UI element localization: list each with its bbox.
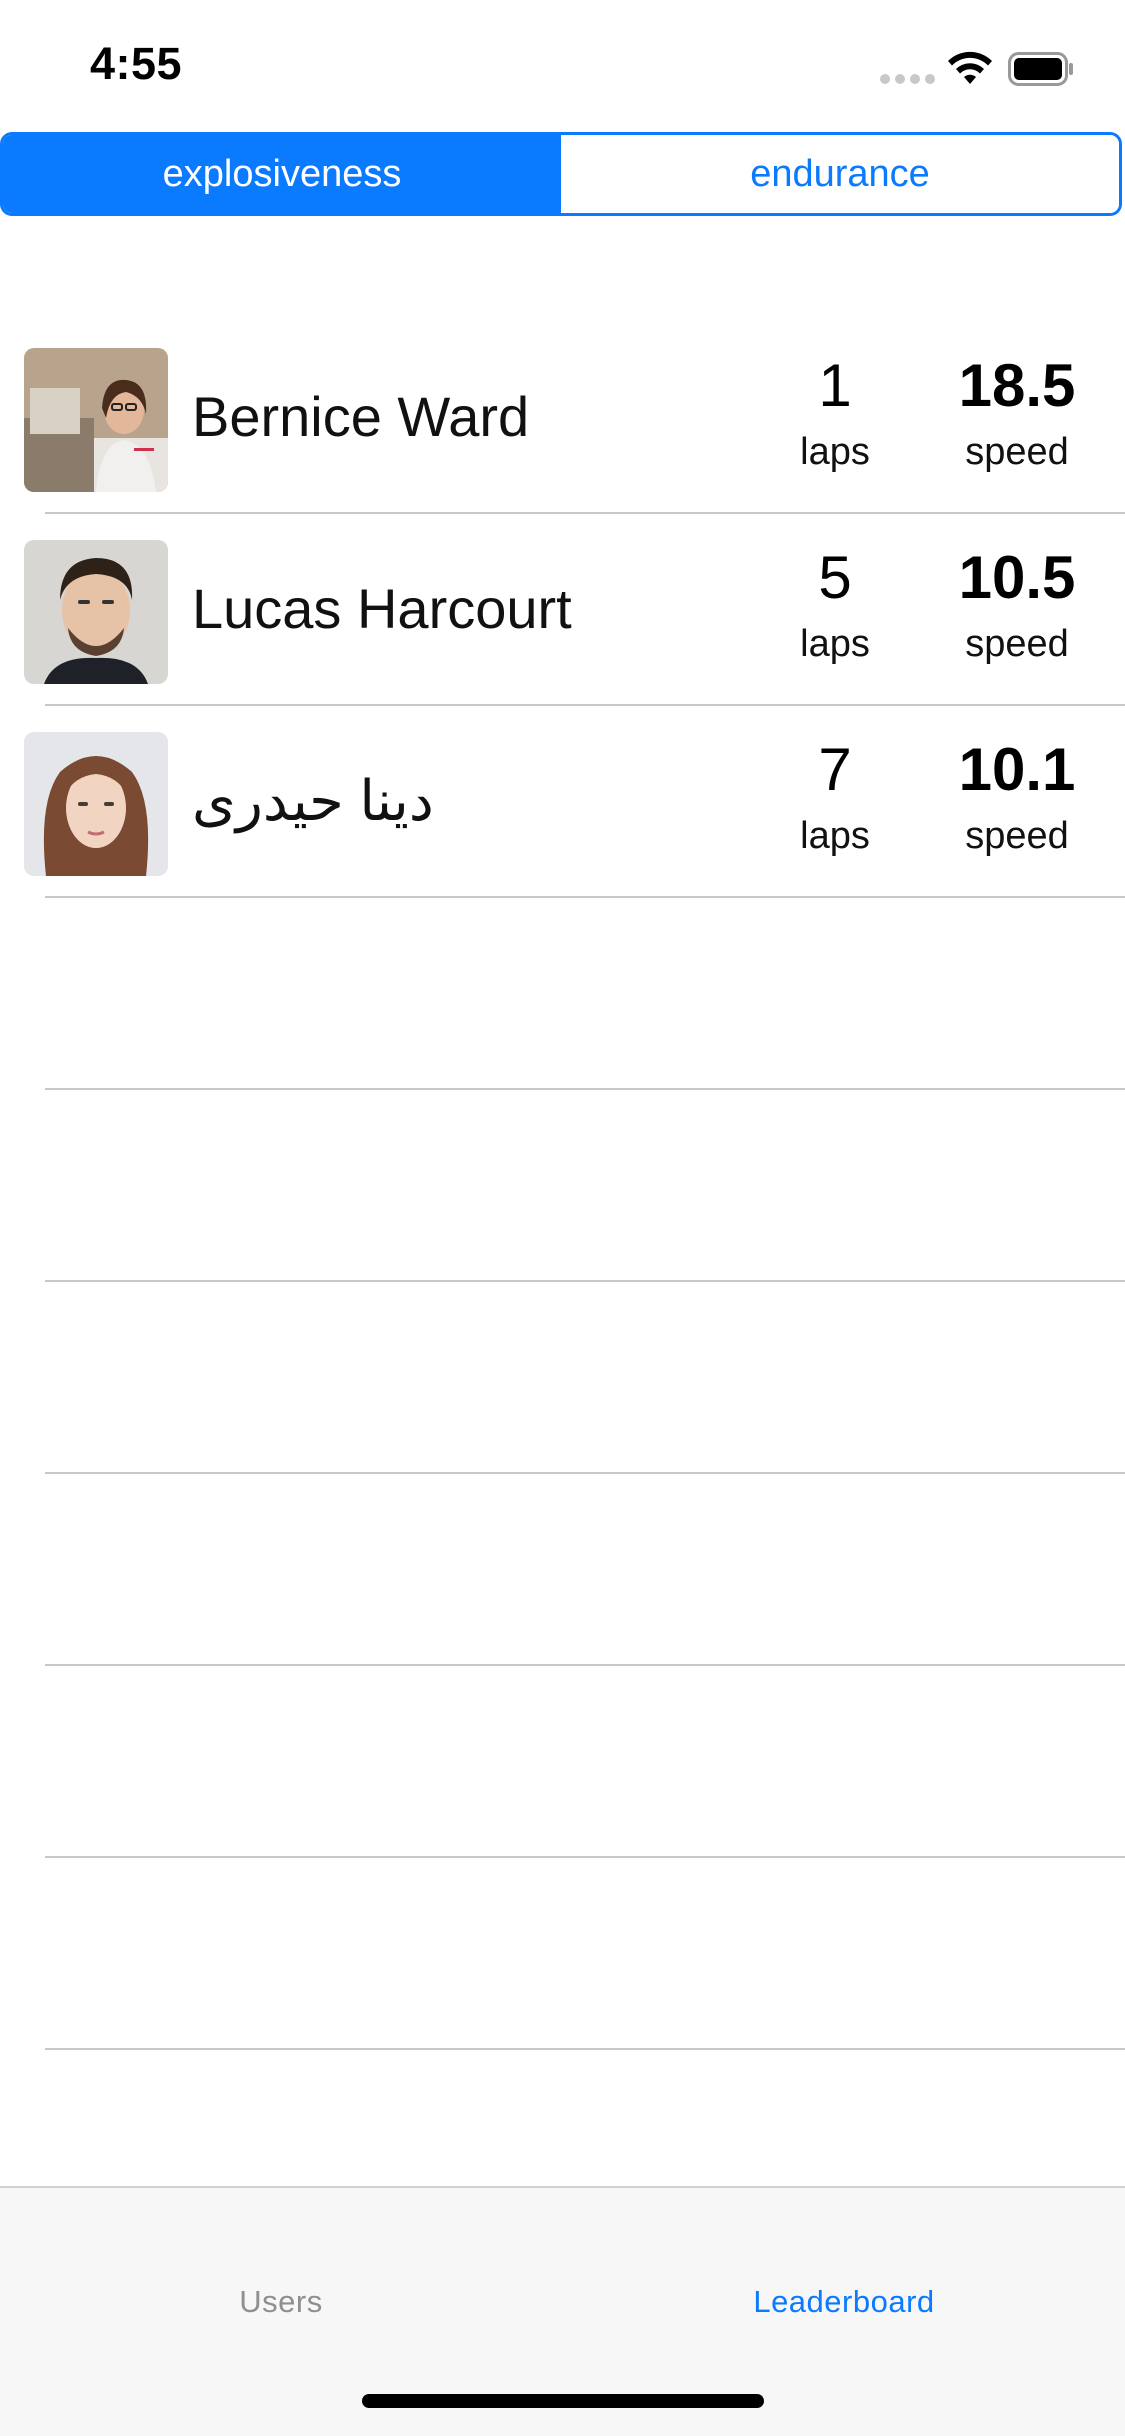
segmented-control: explosiveness endurance: [0, 132, 1122, 216]
user-name: دينا حيدری: [192, 769, 434, 832]
speed-label: speed: [965, 815, 1069, 857]
speed-value: 18.5: [958, 352, 1076, 419]
segment-explosiveness[interactable]: explosiveness: [3, 135, 561, 213]
status-time: 4:55: [90, 38, 183, 89]
laps-label: laps: [800, 431, 870, 473]
laps-label: laps: [800, 623, 870, 665]
laps-stat: 7 laps: [750, 726, 920, 858]
speed-stat: 18.5 speed: [932, 342, 1102, 474]
laps-value: 1: [818, 352, 852, 419]
empty-row: [0, 1474, 1125, 1666]
battery-icon: [1008, 52, 1073, 86]
signal-dots-icon: [880, 74, 935, 84]
speed-value: 10.1: [958, 736, 1076, 803]
avatar: [24, 540, 168, 684]
segment-endurance[interactable]: endurance: [561, 135, 1119, 213]
speed-label: speed: [965, 623, 1069, 665]
laps-label: laps: [800, 815, 870, 857]
tab-leaderboard[interactable]: Leaderboard: [563, 2284, 1125, 2320]
empty-row: [0, 1666, 1125, 1858]
leaderboard-row[interactable]: Bernice Ward 1 laps 18.5 speed: [0, 322, 1125, 514]
avatar: [24, 348, 168, 492]
speed-value: 10.5: [958, 544, 1076, 611]
leaderboard-list: Bernice Ward 1 laps 18.5 speed Lucas Har…: [0, 322, 1125, 2050]
wifi-icon: [948, 51, 992, 84]
avatar: [24, 732, 168, 876]
laps-stat: 1 laps: [750, 342, 920, 474]
leaderboard-row[interactable]: Lucas Harcourt 5 laps 10.5 speed: [0, 514, 1125, 706]
empty-row: [0, 898, 1125, 1090]
laps-value: 7: [818, 736, 852, 803]
speed-label: speed: [965, 431, 1069, 473]
laps-stat: 5 laps: [750, 534, 920, 666]
tab-users[interactable]: Users: [0, 2284, 562, 2320]
empty-row: [0, 1090, 1125, 1282]
status-bar: 4:55: [0, 0, 1125, 132]
user-name: Bernice Ward: [192, 385, 530, 448]
empty-row: [0, 1858, 1125, 2050]
speed-stat: 10.1 speed: [932, 726, 1102, 858]
row-divider: [45, 2048, 1125, 2050]
speed-stat: 10.5 speed: [932, 534, 1102, 666]
user-name: Lucas Harcourt: [192, 577, 572, 640]
laps-value: 5: [818, 544, 852, 611]
leaderboard-row[interactable]: دينا حيدری 7 laps 10.1 speed: [0, 706, 1125, 898]
home-indicator: [362, 2394, 764, 2408]
empty-row: [0, 1282, 1125, 1474]
